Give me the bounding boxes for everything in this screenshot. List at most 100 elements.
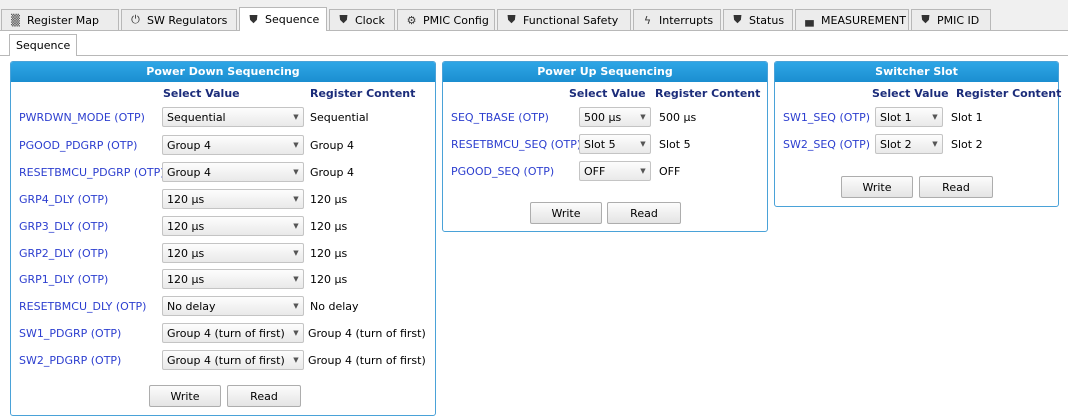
power-down-write-button[interactable]: Write <box>149 385 221 407</box>
chevron-down-icon: ▼ <box>932 113 938 121</box>
grp4-dly-select[interactable]: 120 µs ▼ <box>162 189 304 209</box>
tab-label: SW Regulators <box>147 13 228 27</box>
chevron-down-icon: ▼ <box>640 140 646 148</box>
register-content: 120 µs <box>310 247 348 260</box>
sw1-pdgrp-select[interactable]: Group 4 (turn of first) ▼ <box>162 323 304 343</box>
row-label: PWRDWN_MODE (OTP) <box>19 111 145 124</box>
resetbmcu-seq-select[interactable]: Slot 5 ▼ <box>579 134 651 154</box>
tab-label: PMIC Config <box>423 13 489 27</box>
row-label: PGOOD_SEQ (OTP) <box>451 165 555 178</box>
lightning-icon: ϟ <box>643 13 652 27</box>
register-content: Group 4 (turn of first) <box>308 327 426 340</box>
row-label: SW1_SEQ (OTP) <box>783 111 871 124</box>
grp1-dly-select[interactable]: 120 µs ▼ <box>162 269 304 289</box>
tab-sequence[interactable]: ⛊ Sequence <box>239 7 327 31</box>
select-value: Group 4 <box>167 138 211 152</box>
switcher-read-button[interactable]: Read <box>919 176 993 198</box>
row-label: SEQ_TBASE (OTP) <box>451 111 549 124</box>
row-label: RESETBMCU_DLY (OTP) <box>19 300 147 313</box>
select-value-header: Select Value <box>163 87 240 100</box>
grp2-dly-select[interactable]: 120 µs ▼ <box>162 243 304 263</box>
tab-register-map[interactable]: ▒ Register Map <box>1 9 119 30</box>
register-content: Slot 1 <box>951 111 983 124</box>
select-value: 120 µs <box>167 246 205 260</box>
tab-divider <box>0 30 1068 31</box>
register-content: No delay <box>310 300 359 313</box>
tab-label: MEASUREMENT <box>821 13 906 27</box>
chevron-down-icon: ▼ <box>293 222 299 230</box>
row-label: GRP3_DLY (OTP) <box>19 220 109 233</box>
chevron-down-icon: ▼ <box>640 167 646 175</box>
switcher-slot-panel: Switcher Slot Select Value Register Cont… <box>774 61 1062 207</box>
tab-label: Sequence <box>265 13 320 26</box>
pgood-seq-select[interactable]: OFF ▼ <box>579 161 651 181</box>
subtab-sequence[interactable]: Sequence <box>9 34 78 56</box>
select-value: 120 µs <box>167 272 205 286</box>
register-content: 500 µs <box>659 111 697 124</box>
chevron-down-icon: ▼ <box>293 249 299 257</box>
tab-label: Clock <box>355 13 385 27</box>
row-label: SW1_PDGRP (OTP) <box>19 327 122 340</box>
tab-functional-safety[interactable]: ⛊ Functional Safety <box>497 9 631 30</box>
power-down-read-button[interactable]: Read <box>227 385 301 407</box>
tab-interrupts[interactable]: ϟ Interrupts <box>633 9 721 30</box>
select-value: OFF <box>584 164 606 178</box>
power-icon: ⏻ <box>131 13 140 26</box>
power-up-read-button[interactable]: Read <box>607 202 681 224</box>
sw1-seq-select[interactable]: Slot 1 ▼ <box>875 107 943 127</box>
measurement-icon: ▄ <box>805 13 814 27</box>
switcher-slot-title: Switcher Slot <box>775 62 1058 82</box>
resetbmcu-pdgrp-select[interactable]: Group 4 ▼ <box>162 162 304 182</box>
row-label: SW2_PDGRP (OTP) <box>19 354 122 367</box>
power-down-panel: Power Down Sequencing Select Value Regis… <box>10 61 436 416</box>
sw2-seq-select[interactable]: Slot 2 ▼ <box>875 134 943 154</box>
select-value-header: Select Value <box>872 87 949 100</box>
chevron-down-icon: ▼ <box>293 195 299 203</box>
switcher-write-button[interactable]: Write <box>841 176 913 198</box>
tab-pmic-id[interactable]: ⛊ PMIC ID <box>911 9 991 30</box>
chevron-down-icon: ▼ <box>293 356 299 364</box>
tab-label: Functional Safety <box>523 13 619 27</box>
sw2-pdgrp-select[interactable]: Group 4 (turn of first) ▼ <box>162 350 304 370</box>
pwrdwn-mode-select[interactable]: Sequential ▼ <box>162 107 304 127</box>
grp3-dly-select[interactable]: 120 µs ▼ <box>162 216 304 236</box>
tab-pmic-config[interactable]: ⚙ PMIC Config <box>397 9 495 30</box>
resetbmcu-dly-select[interactable]: No delay ▼ <box>162 296 304 316</box>
tab-status[interactable]: ⛊ Status <box>723 9 793 30</box>
row-label: GRP1_DLY (OTP) <box>19 273 109 286</box>
select-value: 500 µs <box>584 110 622 124</box>
select-value: Slot 1 <box>880 110 912 124</box>
power-down-title: Power Down Sequencing <box>11 62 435 82</box>
register-content-header: Register Content <box>956 87 1062 100</box>
tab-clock[interactable]: ⛊ Clock <box>329 9 395 30</box>
select-value: Slot 5 <box>584 137 616 151</box>
register-content: 120 µs <box>310 220 348 233</box>
register-content: Slot 5 <box>659 138 691 151</box>
select-value: Group 4 (turn of first) <box>167 326 285 340</box>
register-content-header: Register Content <box>655 87 761 100</box>
subtab-divider <box>0 55 1068 56</box>
chevron-down-icon: ▼ <box>293 113 299 121</box>
seq-tbase-select[interactable]: 500 µs ▼ <box>579 107 651 127</box>
select-value: Sequential <box>167 110 226 124</box>
chevron-down-icon: ▼ <box>293 141 299 149</box>
tab-measurement[interactable]: ▄ MEASUREMENT <box>795 9 909 30</box>
row-label: SW2_SEQ (OTP) <box>783 138 871 151</box>
select-value-header: Select Value <box>569 87 646 100</box>
shield-check-icon: ⛊ <box>249 12 258 26</box>
shield-check-icon: ⛊ <box>339 13 348 26</box>
chevron-down-icon: ▼ <box>293 168 299 176</box>
select-value: 120 µs <box>167 219 205 233</box>
tab-label: Status <box>749 13 785 27</box>
tab-label: Register Map <box>27 13 99 27</box>
power-up-panel: Power Up Sequencing Select Value Registe… <box>442 61 768 232</box>
row-label: PGOOD_PDGRP (OTP) <box>19 139 138 152</box>
power-up-write-button[interactable]: Write <box>530 202 602 224</box>
row-label: GRP4_DLY (OTP) <box>19 193 109 206</box>
tab-sw-regulators[interactable]: ⏻ SW Regulators <box>121 9 237 30</box>
register-content: Sequential <box>310 111 369 124</box>
row-label: RESETBMCU_PDGRP (OTP) <box>19 166 165 179</box>
pgood-pdgrp-select[interactable]: Group 4 ▼ <box>162 135 304 155</box>
register-map-icon: ▒ <box>11 13 20 27</box>
shield-check-icon: ⛊ <box>733 13 742 26</box>
